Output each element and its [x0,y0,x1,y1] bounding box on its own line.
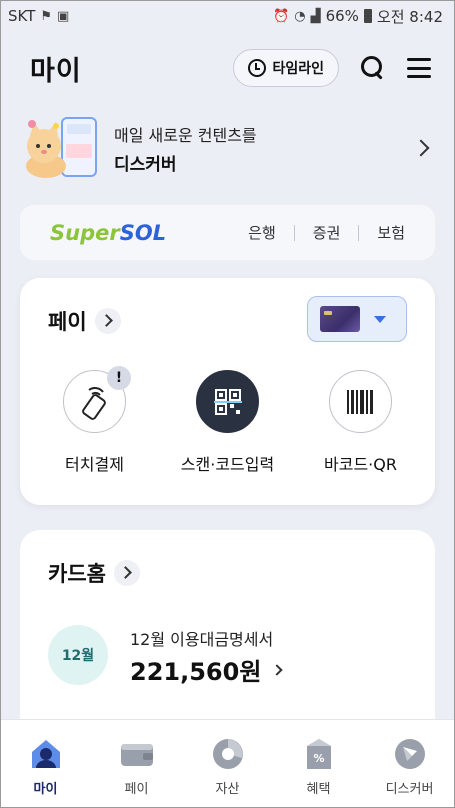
nav-label-my: 마이 [33,782,58,797]
caret-down-icon [374,315,386,323]
scan-code-button[interactable]: 스캔·코드입력 [163,370,293,475]
bottom-nav: 마이 페이 자산 % 혜택 디스커버 [0,719,455,808]
pay-card: 페이 ! 터치결제 스캔·코드입력 바코드·QR [20,278,435,505]
divider [358,224,360,241]
search-icon[interactable] [359,54,387,82]
pay-title: 페이 [48,310,87,334]
card-home-header[interactable]: 카드홈 [48,558,140,588]
cat-quiz-illustration [20,114,100,182]
supersol-logo-super: Super [50,220,120,245]
nav-item-my[interactable]: 마이 [0,720,91,808]
signal-icon: ▟ [310,8,321,24]
link-bank[interactable]: 은행 [248,222,276,243]
nav-label-pay: 페이 [124,782,149,797]
page-title: 마이 [30,55,82,87]
nav-item-pay[interactable]: 페이 [91,720,182,808]
svg-text:%: % [313,752,324,765]
banner-text: 매일 새로운 컨텐츠를 디스커버 [114,122,415,175]
link-insurance[interactable]: 보험 [377,222,405,243]
chevron-right-icon [412,139,430,157]
nav-label-discover: 디스커버 [385,782,434,797]
clock-time: 오전 8:42 [376,7,443,26]
hamburger-menu-icon[interactable] [407,58,431,78]
pay-section-header[interactable]: 페이 [48,306,121,336]
banner-subtitle: 매일 새로운 컨텐츠를 [114,125,257,145]
statement-title: 12월 이용대금명세서 [130,630,274,649]
alarm-icon: ⏰ [273,8,290,24]
wallet-icon [120,744,153,766]
battery-percent: 66% [325,7,359,25]
nav-item-assets[interactable]: 자산 [182,720,273,808]
compass-icon [394,739,425,769]
asset-chart-icon [212,739,243,769]
statement-amount-link[interactable]: 221,560원 [130,652,284,687]
volte-icon: ⚑ [40,8,53,24]
battery-icon [363,9,372,23]
status-right: ⏰ ◔ ▟ 66% 오전 8:42 [273,6,443,27]
statement-amount: 221,560원 [130,658,262,686]
home-icon [31,740,60,768]
scan-code-label: 스캔·코드입력 [180,455,275,474]
nav-item-discover[interactable]: 디스커버 [364,720,455,808]
nav-label-assets: 자산 [215,782,240,797]
touch-pay-icon: ! [63,366,131,433]
coupon-icon: % [306,739,331,769]
supersol-logo-sol: SOL [119,220,167,245]
barcode-icon [329,370,392,433]
carrier-label: SKT [8,7,36,25]
timeline-button[interactable]: 타임라인 [233,49,339,87]
supersol-logo[interactable]: SuperSOL [50,221,248,245]
supersol-links: 은행 증권 보험 [248,222,405,243]
credit-card-thumbnail [320,306,360,332]
card-home-title: 카드홈 [48,562,106,586]
chevron-right-icon [94,308,121,334]
pay-actions: ! 터치결제 스캔·코드입력 바코드·QR [20,366,435,475]
card-home-section: 카드홈 12월 12월 이용대금명세서 221,560원 [20,530,435,730]
month-badge: 12월 [48,625,108,685]
card-selector-dropdown[interactable] [307,296,407,342]
wifi-icon: ◔ [294,8,306,24]
app-header: 마이 타임라인 [0,40,455,96]
touch-pay-label: 터치결제 [65,455,124,474]
link-securities[interactable]: 증권 [313,222,341,243]
image-notification-icon: ▣ [57,8,70,24]
barcode-qr-label: 바코드·QR [324,455,397,474]
clock-icon [248,59,267,77]
barcode-qr-button[interactable]: 바코드·QR [296,370,426,475]
status-bar: SKT ⚑ ▣ ⏰ ◔ ▟ 66% 오전 8:42 [0,0,455,32]
supersol-bar: SuperSOL 은행 증권 보험 [20,205,435,260]
status-left: SKT ⚑ ▣ [8,7,69,25]
notice-badge: ! [107,366,131,390]
qr-scan-icon [196,370,259,433]
nav-item-benefits[interactable]: % 혜택 [273,720,364,808]
touch-pay-button[interactable]: ! 터치결제 [30,366,160,475]
banner-title: 디스커버 [114,154,177,175]
chevron-right-icon [271,663,284,676]
discover-banner[interactable]: 매일 새로운 컨텐츠를 디스커버 [20,112,435,184]
chevron-right-icon [113,560,140,586]
divider [293,224,295,241]
timeline-label: 타임라인 [272,61,324,77]
nav-label-benefits: 혜택 [306,782,331,797]
